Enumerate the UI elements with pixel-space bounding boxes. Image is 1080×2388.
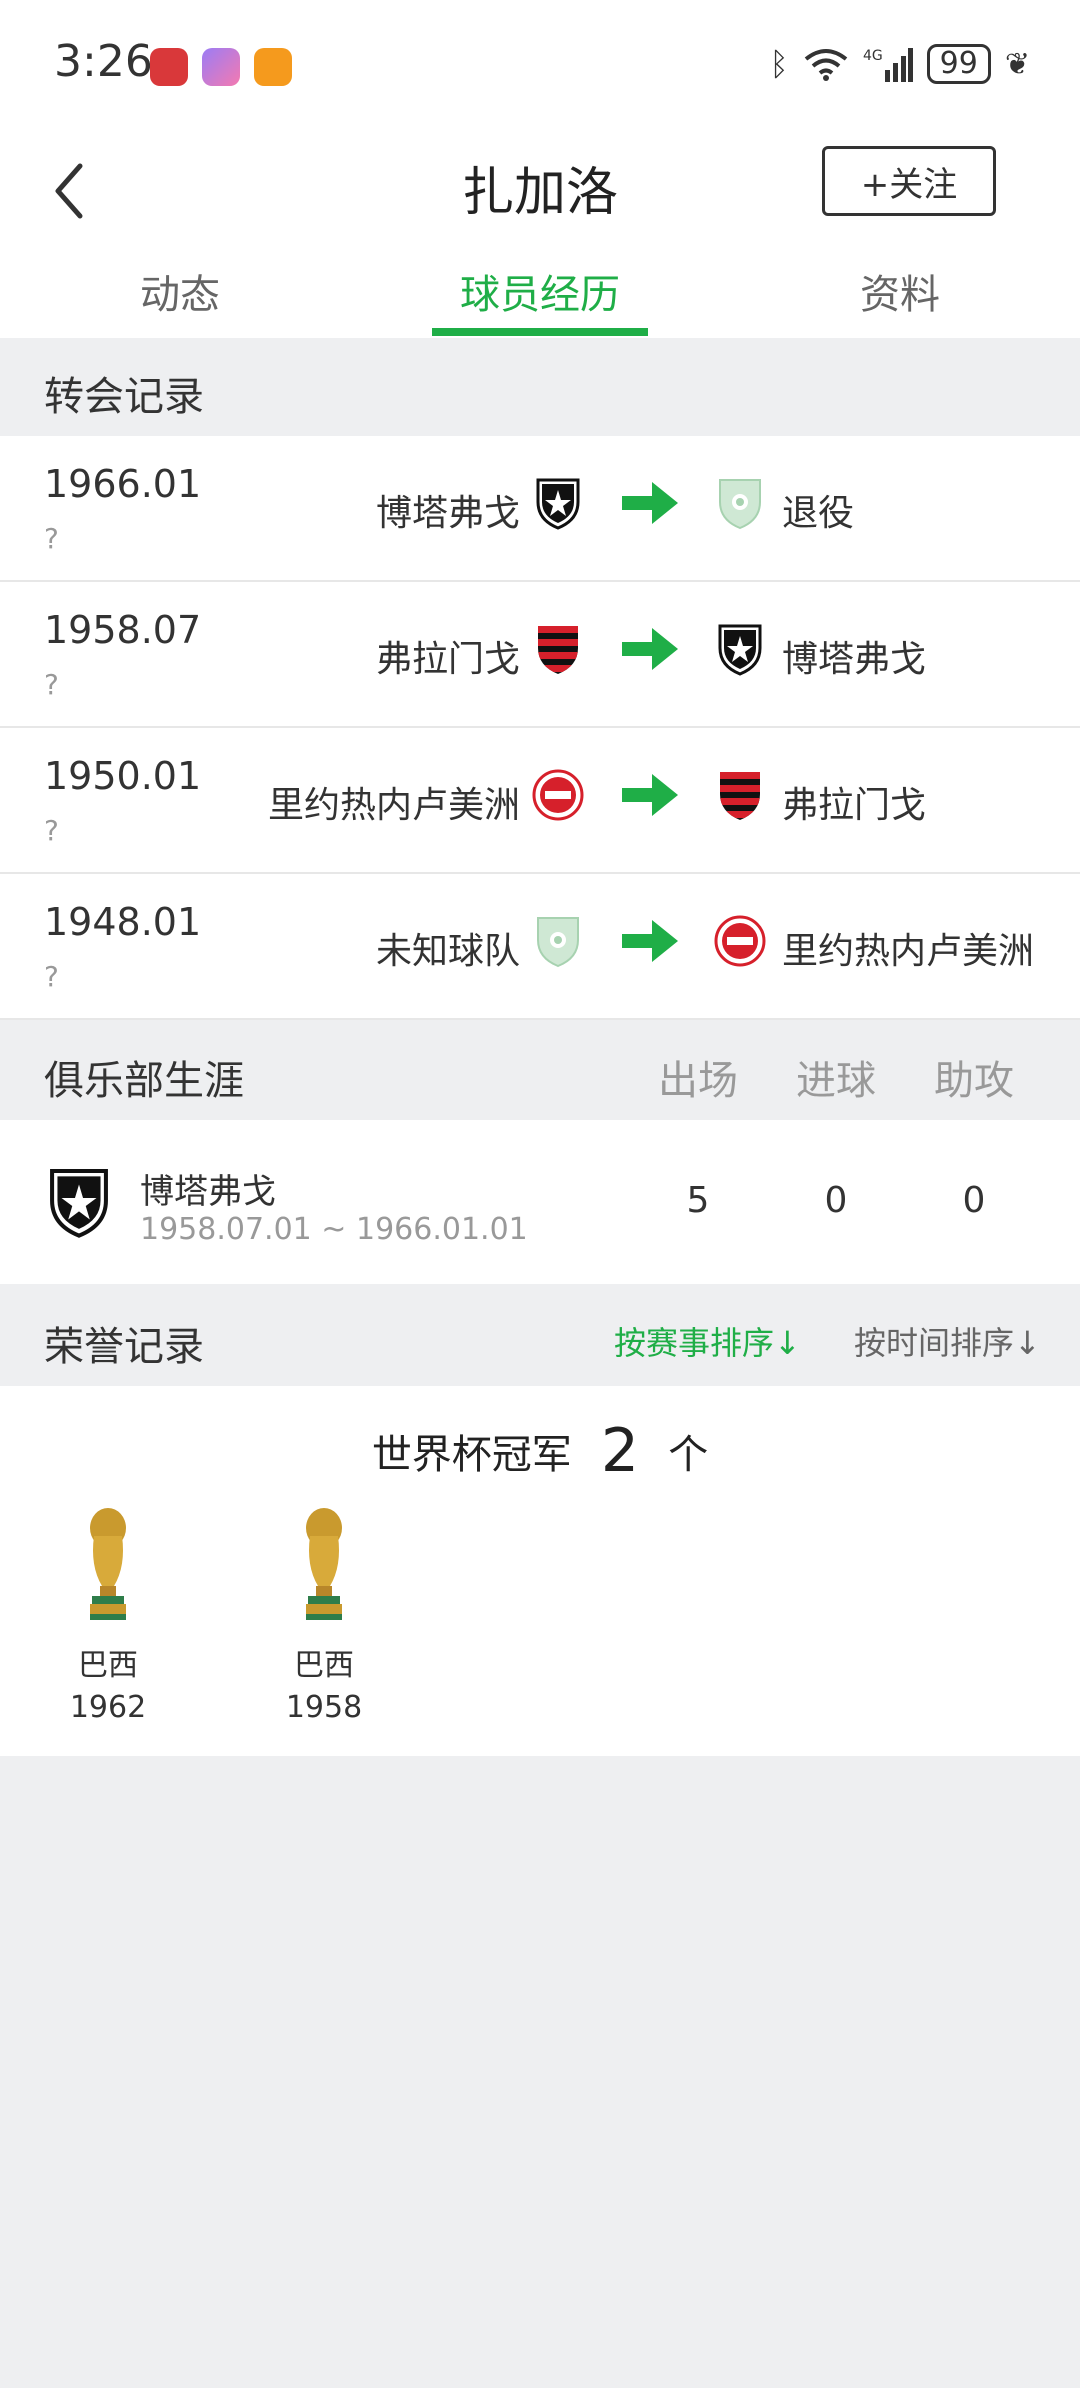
arrow-right-icon [622, 774, 678, 816]
wifi-icon [804, 49, 847, 81]
club-career-section-header: 俱乐部生涯 出场 进球 助攻 [0, 1022, 1080, 1120]
svg-text:4G: 4G [863, 48, 883, 64]
transfer-from-team: 未知球队 [375, 931, 520, 972]
tab-news[interactable]: 动态 [60, 262, 300, 320]
follow-button[interactable]: +关注 [822, 146, 996, 216]
botafogo-crest-icon [536, 478, 580, 530]
world-cup-trophy-icon [306, 1508, 342, 1620]
honors-section-header: 荣誉记录 按赛事排序↓ 按时间排序↓ [0, 1288, 1080, 1386]
transfer-row[interactable]: 1950.01 ? 里约热内卢美洲 弗拉门戈 [0, 728, 1080, 874]
botafogo-crest-icon [718, 624, 762, 676]
honors-section-title: 荣誉记录 [44, 1324, 204, 1370]
arrow-right-icon [622, 628, 678, 670]
transfer-row[interactable]: 1958.07 ? 弗拉门戈 博塔弗戈 [0, 582, 1080, 728]
transfer-fee: ? [44, 814, 59, 847]
transfer-row[interactable]: 1948.01 ? 未知球队 里约热内卢美洲 [0, 874, 1080, 1020]
botafogo-crest-icon [50, 1169, 108, 1238]
club-career-section-title: 俱乐部生涯 [44, 1058, 244, 1104]
transfer-from-team: 博塔弗戈 [375, 493, 520, 534]
transfer-to-team: 里约热内卢美洲 [782, 931, 1035, 972]
transfers-section-title: 转会记录 [44, 374, 204, 420]
app-header: 扎加洛 +关注 [0, 130, 1080, 240]
unknown-team-crest-icon [719, 479, 761, 530]
club-date-range: 1958.07.01 ~ 1966.01.01 [140, 1212, 528, 1247]
sort-by-event-button[interactable]: 按赛事排序↓ [614, 1318, 801, 1364]
honor-item[interactable]: 巴西 1958 [264, 1506, 384, 1725]
honor-team: 巴西 [78, 1648, 138, 1683]
america-rj-crest-icon [532, 769, 584, 821]
transfer-row[interactable]: 1966.01 ? 博塔弗戈 退役 [0, 436, 1080, 582]
transfer-fee: ? [44, 522, 59, 555]
arrow-right-icon [622, 920, 678, 962]
transfer-fee: ? [44, 668, 59, 701]
transfer-fee: ? [44, 960, 59, 993]
status-time: 3:26 [54, 36, 153, 87]
battery-icon: 99 [926, 44, 991, 84]
flamengo-crest-icon [538, 626, 578, 674]
club-assists-value: 0 [962, 1180, 986, 1221]
world-cup-trophy-icon [90, 1508, 126, 1620]
transfers-section-header: 转会记录 [0, 338, 1080, 436]
app-notification-icon [254, 48, 292, 86]
tab-profile[interactable]: 资料 [780, 262, 1020, 320]
column-header-goals: 进球 [796, 1058, 876, 1104]
honors-panel: 世界杯冠军 2 个 巴西 1962 巴西 1958 [0, 1386, 1080, 1756]
unknown-team-crest-icon [537, 917, 579, 968]
app-notification-icon [150, 48, 188, 86]
transfer-from-team: 里约热内卢美洲 [267, 785, 520, 826]
status-bar: 3:26 ᛒ 4G 99 ❦ [0, 0, 1080, 130]
tab-bar: 动态 球员经历 资料 [0, 240, 1080, 338]
signal-icon: 4G [863, 48, 913, 82]
active-tab-indicator [432, 328, 648, 336]
flamengo-crest-icon [720, 772, 760, 820]
eco-mode-icon: ❦ [1004, 46, 1030, 82]
transfer-to-team: 退役 [782, 493, 855, 534]
club-apps-value: 5 [686, 1180, 710, 1221]
america-rj-crest-icon [714, 915, 766, 967]
transfer-date: 1958.07 [44, 608, 202, 652]
tab-player-career[interactable]: 球员经历 [420, 262, 660, 320]
column-header-apps: 出场 [658, 1058, 738, 1104]
transfer-date: 1950.01 [44, 754, 202, 798]
honor-year: 1958 [285, 1690, 363, 1725]
honor-team: 巴西 [294, 1648, 354, 1683]
honor-year: 1962 [69, 1690, 147, 1725]
transfer-from-team: 弗拉门戈 [375, 639, 520, 680]
transfer-date: 1948.01 [44, 900, 202, 944]
honor-count: 2 [600, 1416, 640, 1486]
club-career-row[interactable]: 博塔弗戈 1958.07.01 ~ 1966.01.01 5 0 0 [0, 1120, 1080, 1284]
club-name: 博塔弗戈 [140, 1172, 276, 1212]
honor-group-title: 世界杯冠军 2 个 [0, 1416, 1080, 1486]
honor-item[interactable]: 巴西 1962 [48, 1506, 168, 1725]
transfer-date: 1966.01 [44, 462, 202, 506]
arrow-right-icon [622, 482, 678, 524]
bluetooth-icon: ᛒ [769, 45, 789, 83]
column-header-assists: 助攻 [934, 1058, 1014, 1104]
status-indicators: ᛒ 4G 99 ❦ [769, 44, 1030, 84]
app-notification-icon [202, 48, 240, 86]
honor-count-unit: 个 [668, 1432, 709, 1478]
transfer-to-team: 弗拉门戈 [782, 785, 927, 826]
sort-by-time-button[interactable]: 按时间排序↓ [854, 1318, 1041, 1364]
status-app-icons [150, 48, 292, 86]
club-goals-value: 0 [824, 1180, 848, 1221]
transfer-to-team: 博塔弗戈 [782, 639, 927, 680]
honor-group-name: 世界杯冠军 [371, 1432, 572, 1478]
